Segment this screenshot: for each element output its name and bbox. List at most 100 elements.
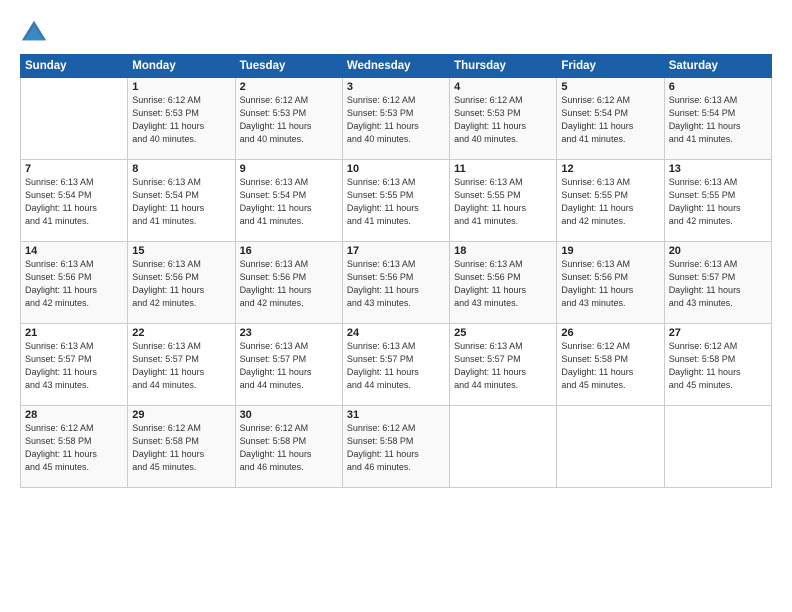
day-info: Sunrise: 6:13 AMSunset: 5:57 PMDaylight:…	[454, 340, 552, 392]
calendar-cell: 9Sunrise: 6:13 AMSunset: 5:54 PMDaylight…	[235, 160, 342, 242]
day-number: 29	[132, 409, 230, 421]
day-info: Sunrise: 6:13 AMSunset: 5:55 PMDaylight:…	[669, 176, 767, 228]
calendar-cell: 31Sunrise: 6:12 AMSunset: 5:58 PMDayligh…	[342, 406, 449, 488]
day-info: Sunrise: 6:12 AMSunset: 5:58 PMDaylight:…	[25, 422, 123, 474]
calendar-cell: 29Sunrise: 6:12 AMSunset: 5:58 PMDayligh…	[128, 406, 235, 488]
page-container: SundayMondayTuesdayWednesdayThursdayFrid…	[0, 0, 792, 498]
calendar-header-row: SundayMondayTuesdayWednesdayThursdayFrid…	[21, 55, 772, 78]
calendar-cell: 22Sunrise: 6:13 AMSunset: 5:57 PMDayligh…	[128, 324, 235, 406]
day-info: Sunrise: 6:13 AMSunset: 5:57 PMDaylight:…	[25, 340, 123, 392]
calendar-cell: 2Sunrise: 6:12 AMSunset: 5:53 PMDaylight…	[235, 78, 342, 160]
day-info: Sunrise: 6:13 AMSunset: 5:55 PMDaylight:…	[347, 176, 445, 228]
day-info: Sunrise: 6:13 AMSunset: 5:56 PMDaylight:…	[454, 258, 552, 310]
calendar-cell: 18Sunrise: 6:13 AMSunset: 5:56 PMDayligh…	[450, 242, 557, 324]
calendar-week-row: 21Sunrise: 6:13 AMSunset: 5:57 PMDayligh…	[21, 324, 772, 406]
calendar-cell: 30Sunrise: 6:12 AMSunset: 5:58 PMDayligh…	[235, 406, 342, 488]
day-info: Sunrise: 6:13 AMSunset: 5:56 PMDaylight:…	[25, 258, 123, 310]
calendar-cell: 21Sunrise: 6:13 AMSunset: 5:57 PMDayligh…	[21, 324, 128, 406]
day-info: Sunrise: 6:12 AMSunset: 5:53 PMDaylight:…	[240, 94, 338, 146]
day-info: Sunrise: 6:13 AMSunset: 5:56 PMDaylight:…	[132, 258, 230, 310]
calendar-week-row: 28Sunrise: 6:12 AMSunset: 5:58 PMDayligh…	[21, 406, 772, 488]
calendar-cell: 23Sunrise: 6:13 AMSunset: 5:57 PMDayligh…	[235, 324, 342, 406]
day-number: 8	[132, 163, 230, 175]
day-info: Sunrise: 6:13 AMSunset: 5:56 PMDaylight:…	[561, 258, 659, 310]
day-number: 24	[347, 327, 445, 339]
calendar-cell: 12Sunrise: 6:13 AMSunset: 5:55 PMDayligh…	[557, 160, 664, 242]
calendar-cell: 19Sunrise: 6:13 AMSunset: 5:56 PMDayligh…	[557, 242, 664, 324]
day-header-sunday: Sunday	[21, 55, 128, 78]
calendar-table: SundayMondayTuesdayWednesdayThursdayFrid…	[20, 54, 772, 488]
day-info: Sunrise: 6:12 AMSunset: 5:58 PMDaylight:…	[132, 422, 230, 474]
day-number: 13	[669, 163, 767, 175]
calendar-cell: 17Sunrise: 6:13 AMSunset: 5:56 PMDayligh…	[342, 242, 449, 324]
calendar-cell: 3Sunrise: 6:12 AMSunset: 5:53 PMDaylight…	[342, 78, 449, 160]
day-info: Sunrise: 6:13 AMSunset: 5:57 PMDaylight:…	[132, 340, 230, 392]
calendar-cell	[664, 406, 771, 488]
day-number: 25	[454, 327, 552, 339]
day-number: 17	[347, 245, 445, 257]
logo-icon	[20, 18, 48, 46]
day-number: 14	[25, 245, 123, 257]
calendar-cell: 14Sunrise: 6:13 AMSunset: 5:56 PMDayligh…	[21, 242, 128, 324]
day-number: 18	[454, 245, 552, 257]
day-number: 2	[240, 81, 338, 93]
day-number: 7	[25, 163, 123, 175]
day-info: Sunrise: 6:13 AMSunset: 5:56 PMDaylight:…	[347, 258, 445, 310]
day-info: Sunrise: 6:12 AMSunset: 5:58 PMDaylight:…	[669, 340, 767, 392]
day-info: Sunrise: 6:12 AMSunset: 5:58 PMDaylight:…	[561, 340, 659, 392]
day-number: 11	[454, 163, 552, 175]
day-number: 27	[669, 327, 767, 339]
calendar-cell: 5Sunrise: 6:12 AMSunset: 5:54 PMDaylight…	[557, 78, 664, 160]
day-number: 1	[132, 81, 230, 93]
calendar-cell: 4Sunrise: 6:12 AMSunset: 5:53 PMDaylight…	[450, 78, 557, 160]
day-number: 31	[347, 409, 445, 421]
calendar-cell: 10Sunrise: 6:13 AMSunset: 5:55 PMDayligh…	[342, 160, 449, 242]
day-info: Sunrise: 6:13 AMSunset: 5:57 PMDaylight:…	[669, 258, 767, 310]
calendar-cell: 27Sunrise: 6:12 AMSunset: 5:58 PMDayligh…	[664, 324, 771, 406]
day-number: 5	[561, 81, 659, 93]
calendar-week-row: 14Sunrise: 6:13 AMSunset: 5:56 PMDayligh…	[21, 242, 772, 324]
day-info: Sunrise: 6:12 AMSunset: 5:53 PMDaylight:…	[347, 94, 445, 146]
day-number: 6	[669, 81, 767, 93]
day-number: 21	[25, 327, 123, 339]
day-info: Sunrise: 6:12 AMSunset: 5:53 PMDaylight:…	[454, 94, 552, 146]
day-header-tuesday: Tuesday	[235, 55, 342, 78]
calendar-cell: 6Sunrise: 6:13 AMSunset: 5:54 PMDaylight…	[664, 78, 771, 160]
day-number: 26	[561, 327, 659, 339]
day-number: 15	[132, 245, 230, 257]
day-info: Sunrise: 6:13 AMSunset: 5:54 PMDaylight:…	[132, 176, 230, 228]
day-info: Sunrise: 6:13 AMSunset: 5:57 PMDaylight:…	[240, 340, 338, 392]
day-header-monday: Monday	[128, 55, 235, 78]
day-header-saturday: Saturday	[664, 55, 771, 78]
day-number: 9	[240, 163, 338, 175]
day-header-friday: Friday	[557, 55, 664, 78]
calendar-cell: 28Sunrise: 6:12 AMSunset: 5:58 PMDayligh…	[21, 406, 128, 488]
calendar-cell: 15Sunrise: 6:13 AMSunset: 5:56 PMDayligh…	[128, 242, 235, 324]
calendar-cell	[21, 78, 128, 160]
day-number: 22	[132, 327, 230, 339]
calendar-week-row: 7Sunrise: 6:13 AMSunset: 5:54 PMDaylight…	[21, 160, 772, 242]
day-header-thursday: Thursday	[450, 55, 557, 78]
day-info: Sunrise: 6:13 AMSunset: 5:54 PMDaylight:…	[25, 176, 123, 228]
day-info: Sunrise: 6:13 AMSunset: 5:56 PMDaylight:…	[240, 258, 338, 310]
day-number: 3	[347, 81, 445, 93]
day-header-wednesday: Wednesday	[342, 55, 449, 78]
calendar-cell: 24Sunrise: 6:13 AMSunset: 5:57 PMDayligh…	[342, 324, 449, 406]
day-info: Sunrise: 6:13 AMSunset: 5:57 PMDaylight:…	[347, 340, 445, 392]
calendar-cell: 1Sunrise: 6:12 AMSunset: 5:53 PMDaylight…	[128, 78, 235, 160]
calendar-week-row: 1Sunrise: 6:12 AMSunset: 5:53 PMDaylight…	[21, 78, 772, 160]
day-number: 20	[669, 245, 767, 257]
calendar-cell	[557, 406, 664, 488]
day-info: Sunrise: 6:12 AMSunset: 5:58 PMDaylight:…	[347, 422, 445, 474]
day-info: Sunrise: 6:12 AMSunset: 5:53 PMDaylight:…	[132, 94, 230, 146]
calendar-cell: 7Sunrise: 6:13 AMSunset: 5:54 PMDaylight…	[21, 160, 128, 242]
day-number: 23	[240, 327, 338, 339]
day-number: 28	[25, 409, 123, 421]
day-info: Sunrise: 6:13 AMSunset: 5:55 PMDaylight:…	[561, 176, 659, 228]
header	[20, 18, 772, 46]
logo	[20, 18, 52, 46]
calendar-cell: 25Sunrise: 6:13 AMSunset: 5:57 PMDayligh…	[450, 324, 557, 406]
day-number: 30	[240, 409, 338, 421]
day-info: Sunrise: 6:13 AMSunset: 5:54 PMDaylight:…	[669, 94, 767, 146]
day-info: Sunrise: 6:12 AMSunset: 5:54 PMDaylight:…	[561, 94, 659, 146]
